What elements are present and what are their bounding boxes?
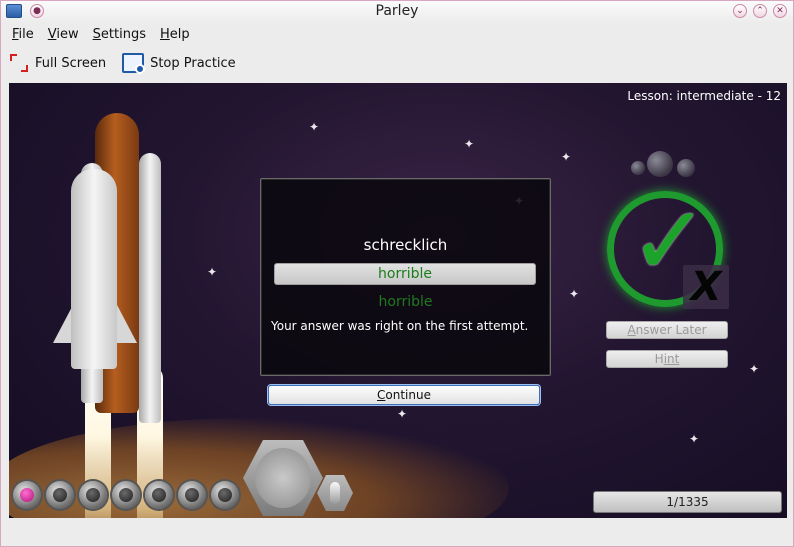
minimize-button[interactable]: ⌄: [733, 4, 747, 18]
menu-settings-key: S: [92, 27, 101, 42]
parley-window: ● Parley ⌄ ⌃ ✕ File View Settings Help F…: [0, 0, 794, 547]
hint-button[interactable]: Hint: [606, 350, 728, 368]
full-screen-button[interactable]: Full Screen: [9, 53, 106, 73]
star-icon: ✦: [561, 150, 572, 164]
light-icon: [13, 481, 41, 509]
cross-icon: X: [683, 265, 729, 309]
star-icon: ✦: [689, 432, 700, 446]
answer-input[interactable]: horrible: [274, 263, 536, 285]
progress-counter: 1/1335: [593, 491, 782, 513]
bubble-icon: [647, 151, 673, 177]
toolbar: Full Screen Stop Practice: [1, 49, 236, 77]
hint-label: int: [663, 352, 680, 366]
continue-button[interactable]: Continue: [268, 385, 540, 405]
menu-bar: File View Settings Help: [1, 25, 197, 45]
star-icon: ✦: [397, 407, 408, 421]
question-word: schrecklich: [363, 236, 448, 254]
close-button[interactable]: ✕: [773, 4, 787, 18]
bubble-icon: [631, 161, 645, 175]
light-icon: [46, 481, 74, 509]
answer-later-label: nswer Later: [635, 323, 707, 337]
answer-later-key: A: [627, 323, 636, 337]
light-icon: [112, 481, 140, 509]
practice-scene: ✦ ✦ ✦ ✦ ✦ ✦ ✦ ✦ ✦ Lesson: intermediate -…: [9, 83, 787, 518]
window-title: Parley: [375, 3, 419, 19]
continue-label: ontinue: [385, 388, 431, 402]
light-icon: [145, 481, 173, 509]
stop-practice-icon: [122, 53, 146, 74]
space-shuttle: [71, 169, 117, 369]
light-icon: [211, 481, 239, 509]
light-icon: [79, 481, 107, 509]
menu-help[interactable]: Help: [153, 25, 197, 45]
stop-practice-button[interactable]: Stop Practice: [122, 53, 236, 74]
menu-settings[interactable]: Settings: [86, 25, 153, 45]
full-screen-label: Full Screen: [35, 55, 107, 71]
answer-card: schrecklich horrible horrible Your answe…: [260, 178, 551, 376]
menu-view-label: iew: [56, 27, 79, 42]
status-bar: [1, 522, 793, 546]
star-icon: ✦: [749, 362, 760, 376]
fullscreen-icon: [9, 53, 29, 73]
correct-answer: horrible: [378, 294, 433, 310]
star-icon: ✦: [464, 137, 475, 151]
maximize-button[interactable]: ⌃: [753, 4, 767, 18]
menu-file-label: ile: [18, 27, 34, 42]
stop-practice-label: Stop Practice: [150, 55, 236, 71]
menu-help-key: H: [159, 27, 170, 42]
rocket-booster: [139, 153, 161, 423]
light-icon: [178, 481, 206, 509]
menu-view[interactable]: View: [41, 25, 86, 45]
title-bar: ● Parley ⌄ ⌃ ✕: [1, 1, 793, 23]
lesson-label: Lesson: intermediate - 12: [627, 89, 781, 103]
star-icon: ✦: [309, 120, 320, 134]
bubble-icon: [677, 159, 695, 177]
answer-later-button[interactable]: Answer Later: [606, 321, 728, 339]
star-icon: ✦: [207, 265, 218, 279]
hint-key: H: [654, 352, 664, 366]
menu-file[interactable]: File: [5, 25, 41, 45]
feedback-text: Your answer was right on the first attem…: [271, 319, 529, 333]
star-icon: ✦: [569, 287, 580, 301]
menu-help-label: elp: [169, 27, 190, 42]
menu-settings-label: ettings: [100, 27, 146, 42]
progress-lights: [13, 481, 239, 509]
